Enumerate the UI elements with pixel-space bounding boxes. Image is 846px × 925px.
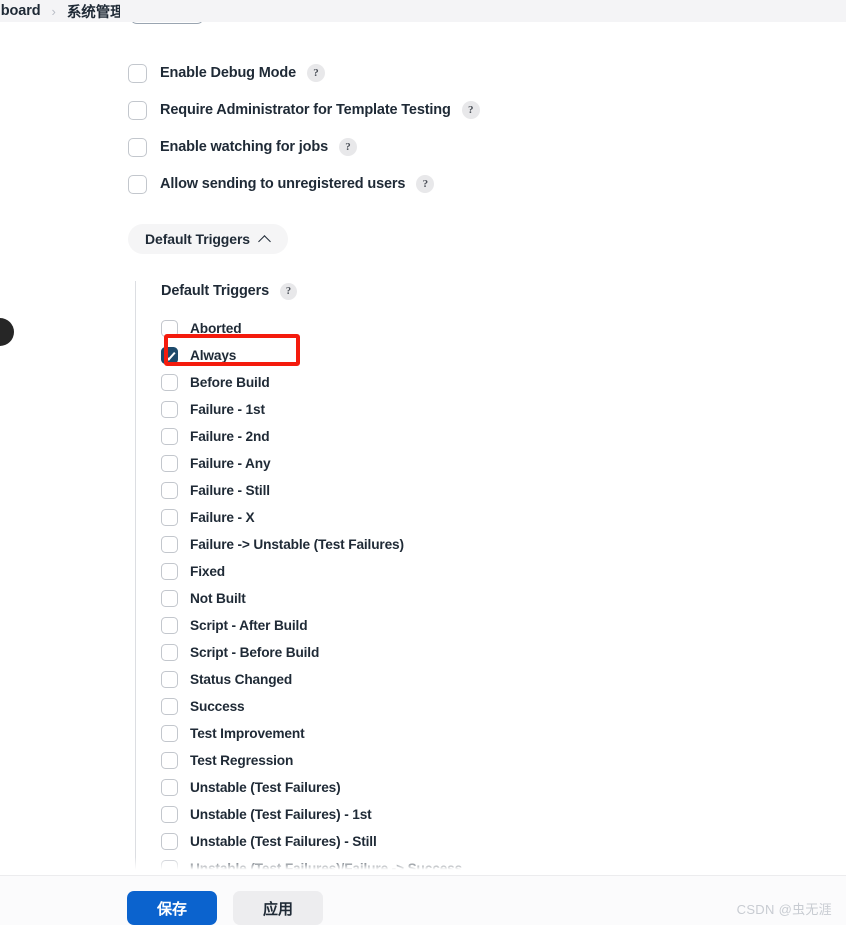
global-options-group: Enable Debug Mode ? Require Administrato… xyxy=(0,22,846,195)
help-icon[interactable]: ? xyxy=(280,282,297,300)
checkbox-trigger[interactable] xyxy=(161,832,178,850)
option-row-require-administrator[interactable]: Require Administrator for Template Testi… xyxy=(128,99,846,121)
default-triggers-group: Default Triggers ? Aborted Always Before B… xyxy=(135,281,846,875)
option-label: Allow sending to unregistered users xyxy=(160,176,406,192)
help-icon[interactable]: ? xyxy=(416,175,435,193)
checkbox-trigger[interactable] xyxy=(161,697,178,715)
trigger-row[interactable]: Failure - X xyxy=(161,506,846,528)
trigger-label: Unstable (Test Failures) - 1st xyxy=(190,806,372,822)
trigger-row[interactable]: Unstable (Test Failures) - 1st xyxy=(161,803,846,825)
checkbox-trigger[interactable] xyxy=(161,400,178,418)
trigger-label: Failure - Still xyxy=(190,482,270,498)
trigger-row[interactable]: Failure -> Unstable (Test Failures) xyxy=(161,533,846,555)
trigger-label: Test Regression xyxy=(190,752,294,768)
option-row-enable-watching-jobs[interactable]: Enable watching for jobs ? xyxy=(128,136,846,158)
trigger-label: Script - Before Build xyxy=(190,644,320,660)
trigger-row[interactable]: Fixed xyxy=(161,560,846,582)
trigger-label: Status Changed xyxy=(190,671,293,687)
help-icon[interactable]: ? xyxy=(307,64,326,82)
checkbox-trigger[interactable] xyxy=(161,724,178,742)
option-label: Require Administrator for Template Testi… xyxy=(160,102,451,118)
default-triggers-heading: Default Triggers ? xyxy=(161,281,846,301)
trigger-label: Not Built xyxy=(190,590,246,606)
trigger-row[interactable]: Failure - 1st xyxy=(161,398,846,420)
checkbox-trigger[interactable] xyxy=(161,670,178,688)
checkbox-trigger[interactable] xyxy=(161,373,178,391)
apply-button[interactable]: 应用 xyxy=(233,891,323,925)
trigger-row[interactable]: Not Built xyxy=(161,587,846,609)
checkbox-allow-unregistered-users[interactable] xyxy=(128,174,147,194)
checkbox-trigger[interactable] xyxy=(161,454,178,472)
trigger-label: Fixed xyxy=(190,563,225,579)
chevron-up-icon xyxy=(260,234,271,245)
trigger-label: Unstable (Test Failures) xyxy=(190,779,341,795)
trigger-row[interactable]: Before Build xyxy=(161,371,846,393)
breadcrumb-separator-icon: › xyxy=(51,3,56,19)
checkbox-enable-watching-jobs[interactable] xyxy=(128,137,147,157)
trigger-label: Aborted xyxy=(190,320,242,336)
trigger-row[interactable]: Success xyxy=(161,695,846,717)
help-icon[interactable]: ? xyxy=(339,138,357,156)
breadcrumb-overlay-mask xyxy=(120,0,220,22)
checkbox-trigger[interactable] xyxy=(161,751,178,769)
option-row-enable-debug-mode[interactable]: Enable Debug Mode ? xyxy=(128,62,846,84)
collapse-button-label: Default Triggers xyxy=(145,231,250,247)
trigger-label: Always xyxy=(190,347,237,363)
checkbox-trigger[interactable] xyxy=(161,805,178,823)
option-label: Enable Debug Mode xyxy=(160,65,297,81)
trigger-row[interactable]: Failure - Still xyxy=(161,479,846,501)
trigger-row[interactable]: Unstable (Test Failures) xyxy=(161,776,846,798)
checkbox-require-administrator[interactable] xyxy=(128,100,147,120)
checkbox-trigger[interactable] xyxy=(161,481,178,499)
trigger-label: Failure - 2nd xyxy=(190,428,270,444)
scroll-fade xyxy=(0,857,846,875)
trigger-row[interactable]: Failure - Any xyxy=(161,452,846,474)
checkbox-trigger[interactable] xyxy=(161,427,178,445)
trigger-row[interactable]: Failure - 2nd xyxy=(161,425,846,447)
trigger-row[interactable]: Status Changed xyxy=(161,668,846,690)
trigger-label: Script - After Build xyxy=(190,617,308,633)
checkbox-trigger[interactable] xyxy=(161,535,178,553)
checkbox-trigger[interactable] xyxy=(161,562,178,580)
trigger-label: Failure - X xyxy=(190,509,255,525)
trigger-row[interactable]: Script - Before Build xyxy=(161,641,846,663)
trigger-label: Failure -> Unstable (Test Failures) xyxy=(190,536,404,552)
trigger-row[interactable]: Always xyxy=(161,344,846,366)
trigger-label: Unstable (Test Failures) - Still xyxy=(190,833,377,849)
checkbox-trigger[interactable] xyxy=(161,778,178,796)
trigger-row[interactable]: Aborted xyxy=(161,317,846,339)
breadcrumb-item-dashboard[interactable]: hboard xyxy=(0,3,41,19)
option-row-allow-unregistered-users[interactable]: Allow sending to unregistered users ? xyxy=(128,173,846,195)
checkbox-trigger[interactable] xyxy=(161,616,178,634)
breadcrumb-item-system-management[interactable]: 系统管理 xyxy=(67,1,125,22)
settings-content: Enable Debug Mode ? Require Administrato… xyxy=(0,22,846,875)
option-label: Enable watching for jobs xyxy=(160,139,328,155)
trigger-label: Success xyxy=(190,698,245,714)
trigger-label: Before Build xyxy=(190,374,270,390)
default-triggers-collapse-button[interactable]: Default Triggers xyxy=(128,224,288,254)
trigger-list: Aborted Always Before Build Failure - 1st Fa… xyxy=(161,317,846,875)
checkbox-trigger[interactable] xyxy=(161,319,178,337)
checkbox-trigger[interactable] xyxy=(161,643,178,661)
trigger-row[interactable]: Script - After Build xyxy=(161,614,846,636)
checkbox-trigger[interactable] xyxy=(161,508,178,526)
trigger-label: Failure - Any xyxy=(190,455,271,471)
trigger-label: Failure - 1st xyxy=(190,401,265,417)
help-icon[interactable]: ? xyxy=(461,101,480,119)
form-footer: 保存 应用 xyxy=(0,875,846,925)
trigger-row[interactable]: Test Improvement xyxy=(161,722,846,744)
checkbox-enable-debug-mode[interactable] xyxy=(128,63,147,83)
save-button[interactable]: 保存 xyxy=(127,891,217,925)
trigger-row[interactable]: Unstable (Test Failures) - Still xyxy=(161,830,846,852)
checkbox-trigger[interactable] xyxy=(161,589,178,607)
trigger-label: Test Improvement xyxy=(190,725,305,741)
trigger-row[interactable]: Test Regression xyxy=(161,749,846,771)
section-title: Default Triggers xyxy=(161,283,269,299)
watermark: CSDN @虫无涯 xyxy=(736,902,832,917)
checkbox-trigger[interactable] xyxy=(161,346,178,364)
